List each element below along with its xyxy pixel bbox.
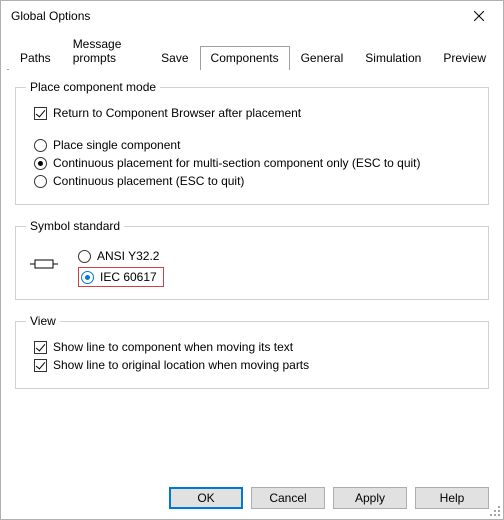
titlebar: Global Options	[1, 1, 503, 31]
continuous-row[interactable]: Continuous placement (ESC to quit)	[26, 174, 478, 188]
place-single-label: Place single component	[53, 138, 180, 152]
place-component-mode-group: Place component mode Return to Component…	[15, 80, 489, 205]
tab-paths[interactable]: Paths	[9, 46, 62, 70]
resize-grip[interactable]	[487, 503, 501, 517]
ansi-radio[interactable]	[78, 250, 91, 263]
return-to-browser-label: Return to Component Browser after placem…	[53, 106, 301, 120]
tab-simulation[interactable]: Simulation	[354, 46, 432, 70]
view-group: View Show line to component when moving …	[15, 314, 489, 389]
iec-label: IEC 60617	[100, 270, 157, 284]
iec-highlight: IEC 60617	[78, 267, 164, 287]
continuous-label: Continuous placement (ESC to quit)	[53, 174, 244, 188]
show-line-text-row[interactable]: Show line to component when moving its t…	[26, 340, 478, 354]
tab-strip: Paths Message prompts Save Components Ge…	[7, 31, 497, 70]
tab-content: Place component mode Return to Component…	[1, 70, 503, 413]
iec-radio[interactable]	[81, 271, 94, 284]
symbol-standard-group: Symbol standard ANSI Y32.2	[15, 219, 489, 300]
return-to-browser-row[interactable]: Return to Component Browser after placem…	[26, 106, 478, 120]
window-title: Global Options	[11, 9, 90, 23]
continuous-multi-radio[interactable]	[34, 157, 47, 170]
show-line-text-checkbox[interactable]	[34, 341, 47, 354]
help-button[interactable]: Help	[415, 487, 489, 509]
iec-row[interactable]: IEC 60617	[81, 270, 157, 284]
tab-preview[interactable]: Preview	[432, 46, 497, 70]
symbol-standard-options: ANSI Y32.2 IEC 60617	[78, 245, 164, 287]
global-options-dialog: Global Options Paths Message prompts Sav…	[0, 0, 504, 520]
ansi-label: ANSI Y32.2	[97, 249, 159, 263]
resistor-symbol-icon	[30, 255, 58, 273]
ansi-row[interactable]: ANSI Y32.2	[78, 249, 164, 263]
symbol-standard-legend: Symbol standard	[26, 219, 124, 233]
continuous-radio[interactable]	[34, 175, 47, 188]
close-icon	[474, 11, 484, 21]
show-line-text-label: Show line to component when moving its t…	[53, 340, 293, 354]
button-bar: OK Cancel Apply Help	[169, 487, 489, 509]
place-single-radio[interactable]	[34, 139, 47, 152]
return-to-browser-checkbox[interactable]	[34, 107, 47, 120]
place-single-row[interactable]: Place single component	[26, 138, 478, 152]
cancel-button[interactable]: Cancel	[251, 487, 325, 509]
tab-components[interactable]: Components	[200, 46, 290, 70]
continuous-multi-label: Continuous placement for multi-section c…	[53, 156, 421, 170]
show-line-parts-row[interactable]: Show line to original location when movi…	[26, 358, 478, 372]
place-mode-legend: Place component mode	[26, 80, 160, 94]
apply-button[interactable]: Apply	[333, 487, 407, 509]
ok-button[interactable]: OK	[169, 487, 243, 509]
tab-message-prompts[interactable]: Message prompts	[62, 32, 150, 70]
view-legend: View	[26, 314, 60, 328]
tab-general[interactable]: General	[290, 46, 355, 70]
show-line-parts-checkbox[interactable]	[34, 359, 47, 372]
show-line-parts-label: Show line to original location when movi…	[53, 358, 309, 372]
tab-save[interactable]: Save	[150, 46, 199, 70]
resize-grip-icon	[487, 503, 501, 517]
close-button[interactable]	[459, 2, 499, 30]
continuous-multi-row[interactable]: Continuous placement for multi-section c…	[26, 156, 478, 170]
